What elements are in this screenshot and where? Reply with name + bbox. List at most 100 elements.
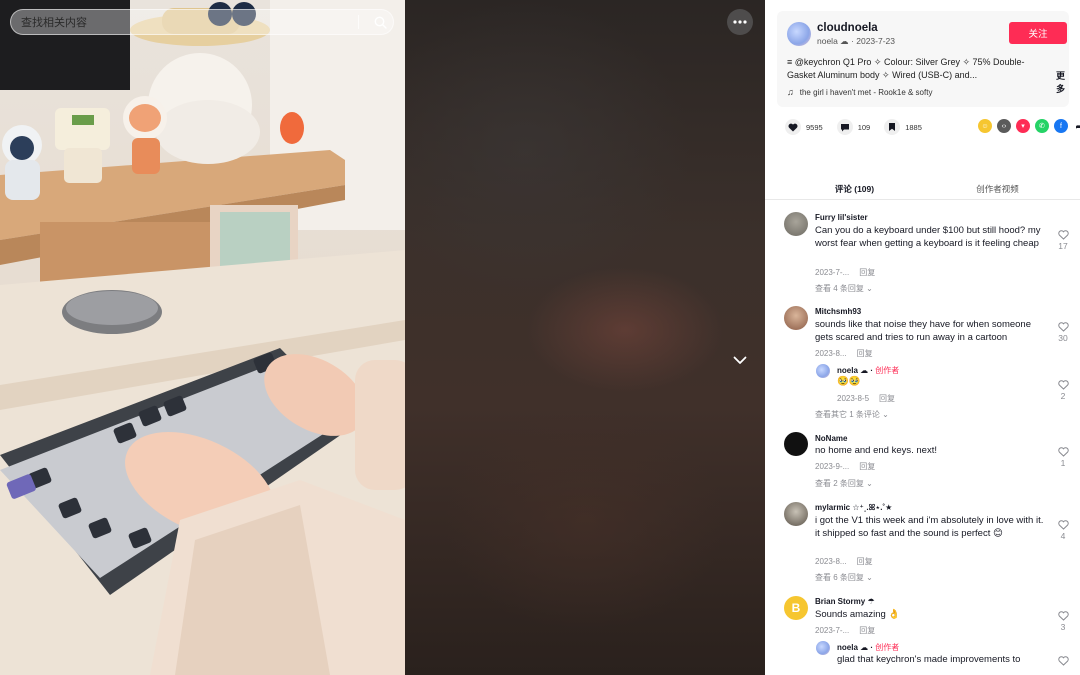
comment-like-button[interactable]: 30: [1052, 322, 1074, 343]
video-frame: [0, 0, 405, 675]
bookmark-icon: [884, 119, 901, 135]
heart-outline-icon: [1057, 380, 1069, 390]
comment-like-count: 3: [1060, 622, 1066, 632]
reply-author[interactable]: noela ☁ · 创作者: [837, 365, 899, 376]
stats-row: 9595 109 1885 ☺ ‹› ▾ ✆ f ➦: [785, 119, 1080, 135]
save-count: 1885: [905, 122, 922, 132]
commenter-avatar[interactable]: B: [784, 596, 808, 620]
like-stat[interactable]: 9595: [785, 119, 823, 135]
whatsapp-icon[interactable]: ✆: [1035, 119, 1049, 133]
comment-like-count: 4: [1060, 531, 1066, 541]
music-note-icon: ♫: [787, 87, 794, 97]
reply-like-button[interactable]: [1052, 656, 1074, 666]
search-placeholder: 查找相关内容: [21, 17, 87, 29]
commenter-avatar[interactable]: [784, 212, 808, 236]
video-info-card: cloudnoela noela ☁ · 2023-7-23 关注 ≡ @key…: [777, 11, 1069, 107]
comment-date: 2023-7-...: [815, 268, 850, 277]
commenter-name[interactable]: NoName: [815, 434, 847, 443]
share-icons: ☺ ‹› ▾ ✆ f ➦: [978, 119, 1080, 133]
tiktok-video-page: 查找相关内容 cloudnoela noela ☁ · 2023-7-23 关注…: [0, 0, 1080, 675]
reply-like-button[interactable]: 2: [1052, 380, 1074, 401]
commenter-name[interactable]: Furry lil'sister: [815, 213, 868, 222]
comment-icon: [836, 119, 853, 135]
commenter-avatar[interactable]: [784, 502, 808, 526]
details-panel: cloudnoela noela ☁ · 2023-7-23 关注 ≡ @key…: [765, 0, 1080, 675]
next-video-button[interactable]: [730, 350, 750, 370]
reply-button[interactable]: 回复: [879, 394, 895, 403]
chevron-down-icon: [733, 356, 747, 364]
comment-like-button[interactable]: 17: [1052, 230, 1074, 251]
comment-date: 2023-9-...: [815, 462, 850, 471]
reply-button[interactable]: 回复: [857, 349, 873, 358]
comment-date: 2023-7-...: [815, 626, 850, 635]
author-handle: noela ☁: [817, 36, 849, 46]
view-replies-link[interactable]: 查看 6 条回复 ⌄: [815, 572, 873, 583]
author-name[interactable]: cloudnoela: [817, 22, 878, 34]
video-blurred-backdrop: [405, 0, 765, 675]
comment-count: 109: [857, 122, 871, 132]
comment-date: 2023-8...: [815, 349, 847, 358]
tab-creator-videos[interactable]: 创作者视频: [926, 178, 1069, 200]
commenter-avatar[interactable]: [784, 432, 808, 456]
reply-avatar[interactable]: [816, 641, 830, 655]
music-title: the girl i haven't met - Rook1e & softy: [799, 87, 933, 97]
tab-comments[interactable]: 评论 (109): [783, 178, 926, 200]
commenter-name[interactable]: Mitchsmh93: [815, 307, 861, 316]
description-more-link[interactable]: 更多: [1056, 69, 1069, 95]
author-subline: noela ☁ · 2023-7-23: [817, 36, 895, 47]
view-replies-link[interactable]: 查看 2 条回复 ⌄: [815, 478, 873, 489]
comment-like-count: 30: [1058, 333, 1068, 343]
save-stat[interactable]: 1885: [884, 119, 922, 135]
music-link[interactable]: ♫ the girl i haven't met - Rook1e & soft…: [787, 87, 932, 97]
comment-meta: 2023-7-... 回复: [815, 625, 875, 636]
facebook-icon[interactable]: f: [1054, 119, 1068, 133]
view-replies-link[interactable]: 查看 4 条回复 ⌄: [815, 283, 873, 294]
reply-button[interactable]: 回复: [859, 268, 875, 277]
comment-meta: 2023-8... 回复: [815, 348, 873, 359]
view-more-comments-link[interactable]: 查看其它 1 条评论 ⌄: [815, 409, 889, 420]
commenter-name[interactable]: Brian Stormy ☂: [815, 597, 875, 606]
author-avatar[interactable]: [787, 22, 811, 46]
reply-text: glad that keychron's made improvements t…: [837, 654, 1021, 665]
video-player[interactable]: 查找相关内容: [0, 0, 765, 675]
reply-author[interactable]: noela ☁ · 创作者: [837, 642, 899, 653]
tabs-divider: [765, 199, 1080, 200]
reply-text: 🥹🥹: [837, 376, 861, 387]
code-icon[interactable]: ‹›: [997, 119, 1011, 133]
comment-like-button[interactable]: 4: [1052, 520, 1074, 541]
commenter-avatar[interactable]: [784, 306, 808, 330]
video-description: ≡ @keychron Q1 Pro ✧ Colour: Silver Grey…: [787, 57, 1025, 80]
embed-icon[interactable]: ☺: [978, 119, 992, 133]
send-icon[interactable]: ▾: [1016, 119, 1030, 133]
panel-tabs: 评论 (109) 创作者视频: [783, 178, 1080, 200]
reply-like-count: 2: [1060, 391, 1066, 401]
more-options-button[interactable]: [727, 9, 753, 35]
reply-meta: 2023-8-5 回复: [837, 393, 895, 404]
heart-outline-icon: [1057, 447, 1069, 457]
heart-icon: [785, 119, 801, 135]
reply-button[interactable]: 回复: [859, 462, 875, 471]
search-input[interactable]: 查找相关内容: [10, 9, 394, 35]
comment-stat[interactable]: 109: [836, 119, 871, 135]
reply-button[interactable]: 回复: [857, 557, 873, 566]
reply-author-name: noela ☁ ·: [837, 643, 874, 652]
desk-keyboard-scene: [0, 0, 405, 675]
comment-meta: 2023-8... 回复: [815, 556, 873, 567]
search-icon[interactable]: [367, 16, 393, 29]
comment-like-button[interactable]: 1: [1052, 447, 1074, 468]
comment-like-button[interactable]: 3: [1052, 611, 1074, 632]
search-divider: [358, 15, 359, 29]
reply-button[interactable]: 回复: [859, 626, 875, 635]
commenter-name[interactable]: mylarmic ☆⁺˳.ꕤ⋆.˚★: [815, 503, 892, 513]
share-arrow-icon[interactable]: ➦: [1073, 119, 1080, 133]
heart-outline-icon: [1057, 656, 1069, 666]
post-date: · 2023-7-23: [851, 36, 895, 46]
comment-text: Sounds amazing 👌: [815, 609, 901, 620]
follow-button[interactable]: 关注: [1009, 22, 1067, 44]
more-dots-icon: [733, 20, 747, 24]
heart-outline-icon: [1057, 230, 1069, 240]
comment-text: i got the V1 this week and i'm absolutel…: [815, 515, 1044, 539]
heart-outline-icon: [1057, 520, 1069, 530]
reply-avatar[interactable]: [816, 364, 830, 378]
comment-text: Can you do a keyboard under $100 but sti…: [815, 225, 1041, 249]
